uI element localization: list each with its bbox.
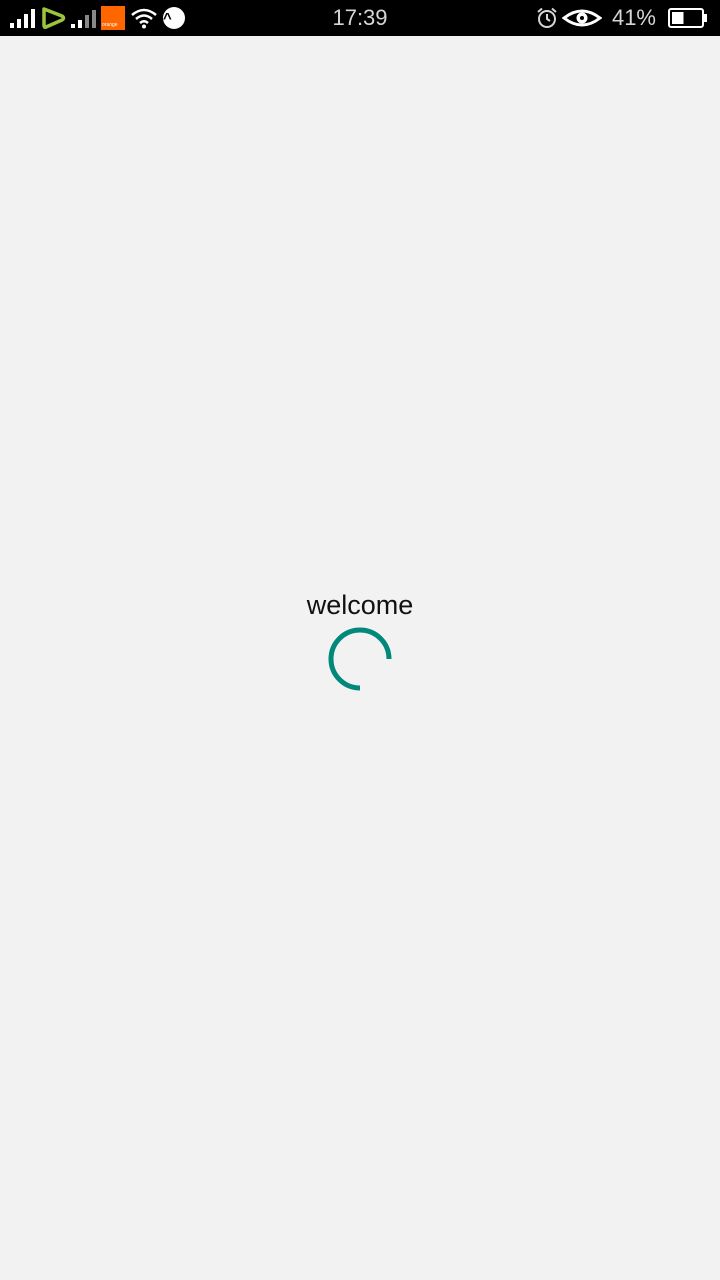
battery-percentage: 41% — [611, 5, 656, 30]
status-bar-right: 41% — [536, 0, 708, 36]
alarm-icon — [536, 7, 558, 29]
etisalat-icon — [41, 6, 67, 30]
status-bar-left: orange ^ — [10, 0, 185, 36]
orange-logo-icon: orange — [101, 6, 125, 30]
welcome-text: welcome — [306, 590, 414, 620]
status-bar: orange ^ 17:39 41% — [0, 0, 720, 36]
battery-icon — [668, 8, 708, 28]
orange-logo-text: orange — [102, 22, 118, 28]
signal-icon — [71, 8, 97, 28]
eye-comfort-icon — [561, 7, 602, 29]
loading-spinner — [328, 627, 392, 691]
app-notification-icon: ^ — [163, 7, 185, 29]
wifi-icon — [131, 7, 157, 29]
splash-screen: welcome — [0, 36, 720, 1280]
signal-icon — [10, 8, 36, 28]
